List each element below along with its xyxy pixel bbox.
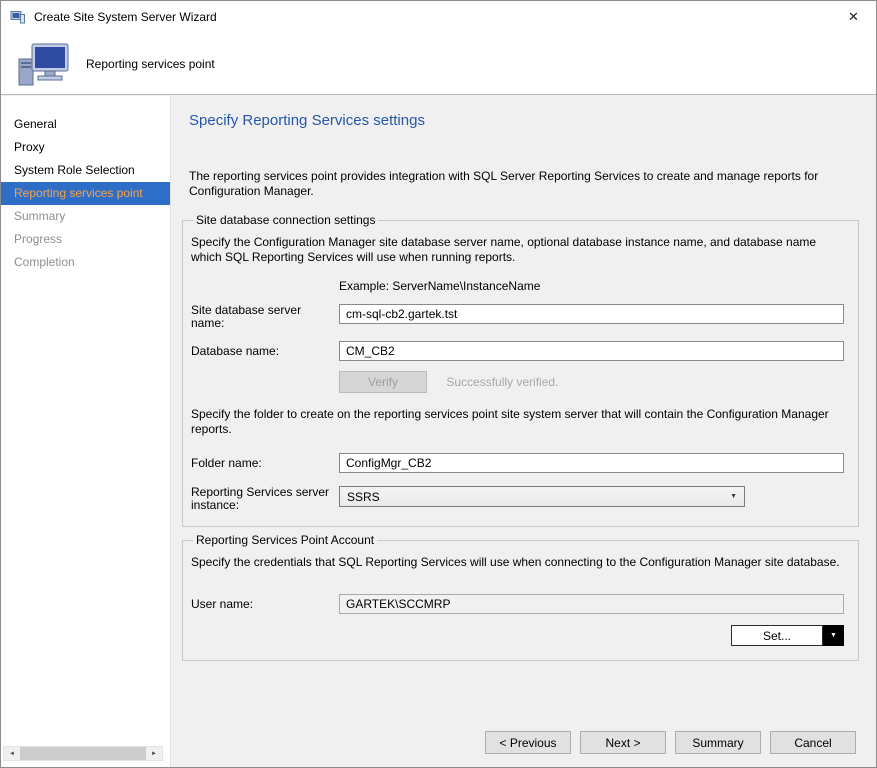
wizard-footer: < Previous Next > Summary Cancel — [485, 731, 856, 754]
reporting-services-instance-select[interactable]: SSRS ▼ — [339, 486, 745, 507]
account-group-description: Specify the credentials that SQL Reporti… — [191, 555, 844, 570]
user-name-input[interactable] — [339, 594, 844, 614]
sidebar-item-progress: Progress — [1, 228, 170, 251]
reporting-services-instance-value: SSRS — [347, 490, 380, 504]
database-name-input[interactable] — [339, 341, 844, 361]
scrollbar-right-arrow-icon[interactable]: ► — [146, 747, 162, 760]
wizard-page-content: Specify Reporting Services settings The … — [171, 96, 876, 767]
page-intro-text: The reporting services point provides in… — [189, 169, 852, 199]
window-title: Create Site System Server Wizard — [34, 10, 217, 24]
site-database-connection-group-title: Site database connection settings — [193, 213, 378, 227]
page-heading: Specify Reporting Services settings — [189, 112, 876, 129]
previous-button[interactable]: < Previous — [485, 731, 571, 754]
site-database-connection-group: Site database connection settings Specif… — [182, 213, 859, 527]
db-group-description: Specify the Configuration Manager site d… — [191, 235, 844, 265]
reporting-services-point-account-group: Reporting Services Point Account Specify… — [182, 533, 859, 661]
folder-name-label: Folder name: — [191, 457, 339, 470]
sidebar-item-summary: Summary — [1, 205, 170, 228]
sidebar-item-system-role-selection[interactable]: System Role Selection — [1, 159, 170, 182]
user-name-label: User name: — [191, 598, 339, 611]
reporting-services-instance-label: Reporting Services server instance: — [191, 486, 339, 512]
cancel-button[interactable]: Cancel — [770, 731, 856, 754]
set-dropdown-arrow-icon[interactable]: ▼ — [823, 625, 844, 646]
site-system-computer-icon — [16, 40, 72, 88]
folder-name-input[interactable] — [339, 453, 844, 473]
account-group-title: Reporting Services Point Account — [193, 533, 377, 547]
sidebar-horizontal-scrollbar[interactable]: ◄ ► — [3, 746, 163, 761]
site-database-server-label: Site database server name: — [191, 304, 339, 330]
wizard-app-icon — [10, 9, 26, 25]
verify-button[interactable]: Verify — [339, 371, 427, 393]
wizard-header: Reporting services point — [1, 33, 876, 95]
sidebar-item-reporting-services-point[interactable]: Reporting services point — [1, 182, 170, 205]
server-name-example-text: Example: ServerName\InstanceName — [339, 279, 844, 293]
summary-button[interactable]: Summary — [675, 731, 761, 754]
header-page-title: Reporting services point — [86, 57, 215, 71]
chevron-down-icon: ▼ — [730, 493, 737, 500]
next-button[interactable]: Next > — [580, 731, 666, 754]
close-button[interactable]: ✕ — [831, 1, 876, 33]
scrollbar-thumb[interactable] — [20, 747, 146, 760]
site-database-server-input[interactable] — [339, 304, 844, 324]
scrollbar-left-arrow-icon[interactable]: ◄ — [4, 747, 20, 760]
sidebar-item-general[interactable]: General — [1, 113, 170, 136]
wizard-window: Create Site System Server Wizard ✕ Repor… — [0, 0, 877, 768]
database-name-label: Database name: — [191, 345, 339, 358]
title-bar: Create Site System Server Wizard ✕ — [1, 1, 876, 33]
wizard-steps-sidebar: General Proxy System Role Selection Repo… — [1, 96, 171, 767]
folder-description-text: Specify the folder to create on the repo… — [191, 407, 844, 437]
set-account-split-button[interactable]: Set... ▼ — [731, 625, 844, 646]
sidebar-item-proxy[interactable]: Proxy — [1, 136, 170, 159]
sidebar-item-completion: Completion — [1, 251, 170, 274]
set-button-label[interactable]: Set... — [731, 625, 823, 646]
verify-status-text: Successfully verified. — [446, 375, 558, 389]
